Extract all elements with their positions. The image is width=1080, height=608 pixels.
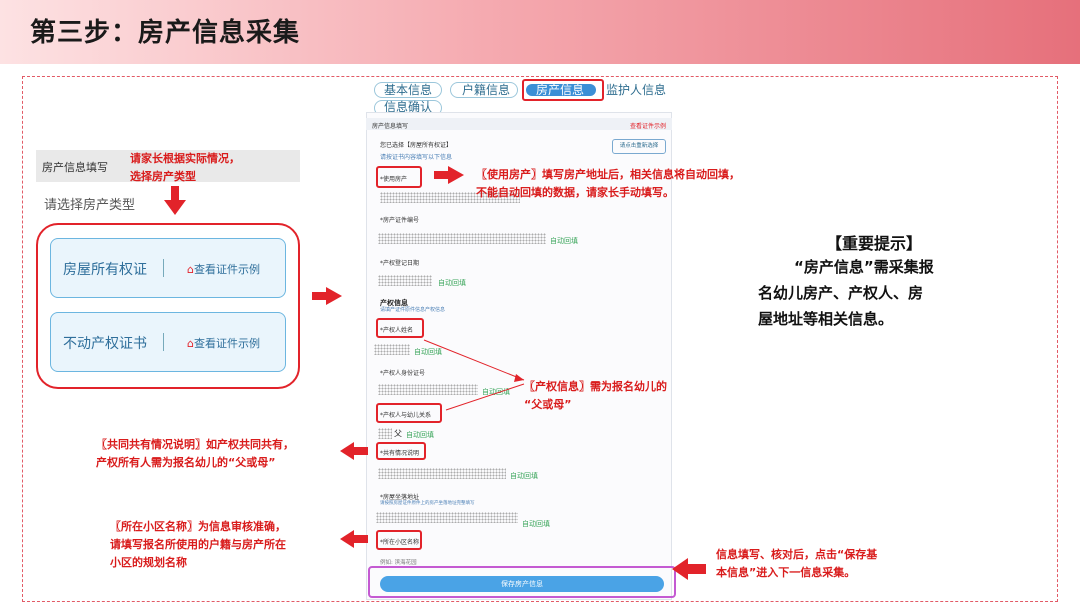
tab-guardian-label[interactable]: 监护人信息: [606, 81, 666, 98]
owner-relation-value[interactable]: 父: [394, 428, 402, 439]
community-label: *所在小区名称: [380, 539, 420, 546]
page-title: 第三步：房产信息采集: [30, 18, 301, 48]
note-co-owner: 〖共同共有情况说明〗如产权共同共有， 产权所有人需为报名幼儿的“父或母”: [96, 436, 294, 472]
use-property-label: *使用房产: [380, 176, 408, 183]
view-example-link[interactable]: ⌂查看证件示例: [187, 261, 260, 277]
note-line: 信息填写、核对后，点击“保存基: [716, 548, 878, 561]
header-band: 第三步：房产信息采集: [0, 0, 1080, 64]
note-line: 〖使用房产〗填写房产地址后，相关信息将自动回填，: [476, 168, 740, 181]
left-arrow-icon: [672, 558, 706, 580]
house-icon: ⌂: [187, 263, 194, 276]
community-input[interactable]: 例如: 滨海花园: [380, 558, 417, 566]
co-own-label: *共有情况说明: [380, 450, 420, 457]
left-arrow-icon: [340, 442, 368, 460]
owner-id-label: *产权人身份证号: [380, 370, 426, 377]
tip-body: “房产信息”需采集报 名幼儿房产、产权人、房 屋地址等相关信息。: [758, 254, 1008, 332]
reselect-button[interactable]: 请点击重新选择: [612, 139, 666, 154]
note-line: 请填写报名所使用的户籍与房产所在: [110, 538, 286, 551]
reg-date-label: *产权登记日期: [380, 260, 420, 267]
note-line: 〖所在小区名称〗为信息审核准确，: [110, 520, 286, 533]
view-example-link[interactable]: ⌂查看证件示例: [187, 335, 260, 351]
form-header-bar: [366, 118, 672, 130]
autofill-tag: 自动回填: [510, 472, 538, 480]
address-hint: 请按照房屋证件原件上的房产坐落地址完整填写: [380, 501, 475, 506]
owner-name-label: *产权人姓名: [380, 327, 414, 334]
autofill-tag: 自动回填: [406, 431, 434, 439]
cert-no-value[interactable]: [378, 233, 546, 244]
house-icon: ⌂: [187, 337, 194, 350]
down-arrow-icon: [164, 186, 186, 215]
option-name: 房屋所有权证: [63, 262, 147, 278]
note-line: 请家长根据实际情况，: [130, 152, 240, 165]
option-name: 不动产权证书: [63, 336, 147, 352]
owner-section-hint: 请填产证件原件信息产权信息: [380, 307, 446, 313]
autofill-tag: 自动回填: [438, 279, 466, 287]
note-use-property: 〖使用房产〗填写房产地址后，相关信息将自动回填， 不能自动回填的数据，请家长手动…: [476, 166, 740, 202]
divider: [163, 259, 164, 277]
selected-hint: 请按证书内容填写以下信息: [380, 154, 453, 161]
tip-line: 屋地址等相关信息。: [758, 310, 894, 328]
tab-basic-label: 基本信息: [384, 83, 433, 97]
right-arrow-icon: [434, 166, 464, 184]
address-value[interactable]: [376, 512, 518, 523]
right-arrow-icon: [312, 287, 342, 305]
select-prompt: 请选择房产类型: [44, 198, 136, 213]
note-line: 本信息”进入下一信息采集。: [716, 566, 856, 579]
note-line: 〖共同共有情况说明〗如产权共同共有，: [96, 438, 294, 451]
note-line: 选择房产类型: [130, 170, 196, 183]
note-owner-info: 〖产权信息〗需为报名幼儿的 “父或母”: [524, 378, 667, 414]
pointer-lines: [423, 339, 525, 411]
note-line: “父或母”: [524, 398, 572, 411]
option-house-cert[interactable]: 房屋所有权证 ⌂查看证件示例: [50, 238, 286, 298]
view-example-label: 查看证件示例: [193, 263, 260, 276]
form-header: 房产信息填写: [372, 123, 409, 130]
active-tab-highlight: [522, 79, 604, 101]
tip-title: 【重要提示】: [826, 234, 923, 253]
tip-line: 名幼儿房产、产权人、房: [758, 284, 924, 302]
co-own-value[interactable]: [378, 468, 506, 479]
tab-household-label: 户籍信息: [462, 83, 511, 97]
form-header-example[interactable]: 查看证件示例: [630, 121, 666, 130]
note-save: 信息填写、核对后，点击“保存基 本信息”进入下一信息采集。: [716, 546, 877, 582]
note-community: 〖所在小区名称〗为信息审核准确， 请填写报名所使用的户籍与房产所在 小区的规划名…: [110, 518, 286, 572]
note-line: 〖产权信息〗需为报名幼儿的: [524, 380, 667, 393]
note-line: 产权所有人需为报名幼儿的“父或母”: [96, 456, 276, 469]
left-arrow-icon: [340, 530, 368, 548]
option-realestate-cert[interactable]: 不动产权证书 ⌂查看证件示例: [50, 312, 286, 372]
reg-date-value[interactable]: [378, 275, 432, 286]
save-button[interactable]: 保存房产信息: [380, 576, 664, 592]
owner-name-value[interactable]: [374, 344, 410, 355]
note-choose-type: 请家长根据实际情况， 选择房产类型: [130, 150, 240, 186]
owner-relation-dots: [378, 428, 392, 439]
note-line: 不能自动回填的数据，请家长手动填写。: [476, 186, 674, 199]
autofill-tag: 自动回填: [522, 520, 550, 528]
autofill-tag: 自动回填: [550, 237, 578, 245]
view-example-label: 查看证件示例: [193, 337, 260, 350]
divider: [163, 333, 164, 351]
left-panel-header-label: 房产信息填写: [42, 161, 108, 174]
selected-type: 您已选择【房屋所有权证】: [380, 142, 453, 149]
cert-no-label: *房产证件编号: [380, 217, 420, 224]
tip-line: “房产信息”需采集报: [794, 258, 934, 276]
note-line: 小区的规划名称: [110, 556, 187, 569]
